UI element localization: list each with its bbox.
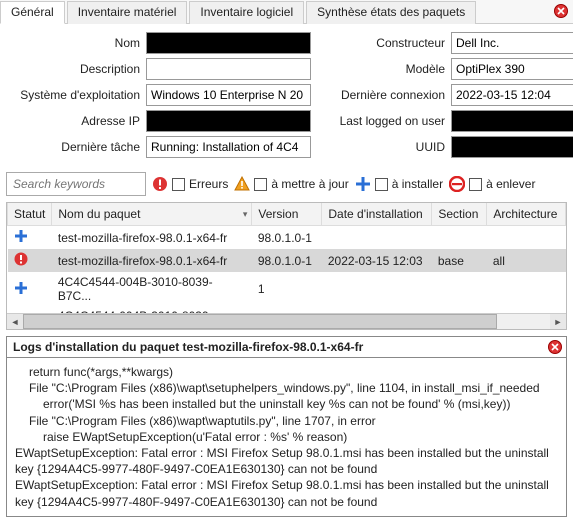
scroll-right-icon[interactable]: ► [550, 314, 566, 330]
filter-errors[interactable]: Erreurs [152, 176, 228, 192]
cell-name: test-mozilla-firefox-98.0.1-x64-fr [52, 226, 252, 250]
label-modele: Modèle [321, 62, 451, 76]
filter-install-label: à installer [392, 177, 443, 191]
table-row[interactable]: test-mozilla-firefox-98.0.1-x64-fr98.0.1… [8, 249, 566, 272]
label-last-logged-user: Last logged on user [321, 114, 451, 128]
field-derniere-connexion[interactable] [451, 84, 573, 106]
cell-section: base [432, 249, 487, 272]
tab-hardware-inventory[interactable]: Inventaire matériel [67, 1, 188, 24]
log-line: raise EWaptSetupException(u'Fatal error … [15, 429, 558, 445]
col-version[interactable]: Version [252, 203, 322, 226]
label-constructeur: Constructeur [321, 36, 451, 50]
checkbox-upgrade[interactable] [254, 178, 267, 191]
col-arch[interactable]: Architecture [487, 203, 566, 226]
cell-status [8, 272, 52, 306]
label-derniere-tache: Dernière tâche [6, 140, 146, 154]
horizontal-scrollbar[interactable]: ◄ ► [7, 313, 566, 329]
field-constructeur[interactable] [451, 32, 573, 54]
log-line: EWaptSetupException: Fatal error : MSI F… [15, 477, 558, 509]
table-row[interactable]: 4C4C4544-004B-3010-8039-B7C...1 [8, 272, 566, 306]
filter-upgrade[interactable]: à mettre à jour [234, 176, 348, 192]
col-date[interactable]: Date d'installation [322, 203, 432, 226]
log-panel: Logs d'installation du paquet test-mozil… [6, 336, 567, 517]
tab-general[interactable]: Général [0, 1, 65, 24]
scroll-left-icon[interactable]: ◄ [7, 314, 23, 330]
cell-name: 4C4C4544-004B-3010-8039-B7C... [52, 272, 252, 306]
cell-version: 98.0.1.0-1 [252, 249, 322, 272]
log-line: File "C:\Program Files (x86)\wapt\waptut… [15, 413, 558, 429]
log-body[interactable]: return func(*args,**kwargs)File "C:\Prog… [7, 358, 566, 516]
cell-version: 98.0.1.0-1 [252, 226, 322, 250]
tab-software-inventory[interactable]: Inventaire logiciel [189, 1, 304, 24]
label-description: Description [6, 62, 146, 76]
warning-icon [234, 176, 250, 192]
close-icon [548, 340, 562, 354]
field-modele[interactable] [451, 58, 573, 80]
log-line: return func(*args,**kwargs) [15, 364, 558, 380]
log-line: error('MSI %s has been installed but the… [15, 396, 558, 412]
cell-status [8, 226, 52, 250]
log-line: EWaptSetupException: Fatal error : MSI F… [15, 445, 558, 477]
tab-package-status[interactable]: Synthèse états des paquets [306, 1, 476, 24]
label-os: Système d'exploitation [6, 88, 146, 102]
cell-name: test-mozilla-firefox-98.0.1-x64-fr [52, 249, 252, 272]
error-icon [152, 176, 168, 192]
checkbox-install[interactable] [375, 178, 388, 191]
field-uuid[interactable] [451, 136, 573, 158]
details-form: Nom Constructeur Description Modèle Syst… [0, 24, 573, 168]
filter-upgrade-label: à mettre à jour [271, 177, 348, 191]
filter-remove-label: à enlever [486, 177, 535, 191]
label-ip: Adresse IP [6, 114, 146, 128]
cell-arch: all [487, 249, 566, 272]
close-panel-button[interactable] [553, 3, 569, 19]
search-input[interactable] [6, 172, 146, 196]
checkbox-errors[interactable] [172, 178, 185, 191]
cell-section [432, 226, 487, 250]
sort-indicator-icon: ▾ [243, 209, 248, 220]
filter-install[interactable]: à installer [355, 176, 443, 192]
close-icon [554, 4, 568, 18]
col-section[interactable]: Section [432, 203, 487, 226]
label-nom: Nom [6, 36, 146, 50]
plus-icon [355, 176, 371, 192]
scroll-thumb[interactable] [23, 314, 497, 329]
filter-errors-label: Erreurs [189, 177, 228, 191]
field-ip[interactable] [146, 110, 311, 132]
filter-bar: Erreurs à mettre à jour à installer à en… [0, 168, 573, 200]
log-line: File "C:\Program Files (x86)\wapt\setuph… [15, 380, 558, 396]
cell-version: 1 [252, 272, 322, 306]
log-title: Logs d'installation du paquet test-mozil… [13, 340, 363, 354]
cell-date [322, 272, 432, 306]
checkbox-remove[interactable] [469, 178, 482, 191]
cell-status [8, 249, 52, 272]
table-row[interactable]: test-mozilla-firefox-98.0.1-x64-fr98.0.1… [8, 226, 566, 250]
forbidden-icon [449, 176, 465, 192]
label-uuid: UUID [321, 140, 451, 154]
field-nom[interactable] [146, 32, 311, 54]
cell-arch [487, 226, 566, 250]
col-name[interactable]: Nom du paquet▾ [52, 203, 252, 226]
cell-section [432, 272, 487, 306]
cell-date: 2022-03-15 12:03 [322, 249, 432, 272]
filter-remove[interactable]: à enlever [449, 176, 535, 192]
packages-table: Statut Nom du paquet▾ Version Date d'ins… [6, 202, 567, 330]
log-close-button[interactable] [548, 340, 562, 354]
cell-arch [487, 272, 566, 306]
label-derniere-connexion: Dernière connexion [321, 88, 451, 102]
field-os[interactable] [146, 84, 311, 106]
cell-date [322, 226, 432, 250]
field-description[interactable] [146, 58, 311, 80]
field-last-logged-user[interactable] [451, 110, 573, 132]
field-derniere-tache[interactable] [146, 136, 311, 158]
tab-bar: Général Inventaire matériel Inventaire l… [0, 0, 573, 24]
col-status[interactable]: Statut [8, 203, 52, 226]
